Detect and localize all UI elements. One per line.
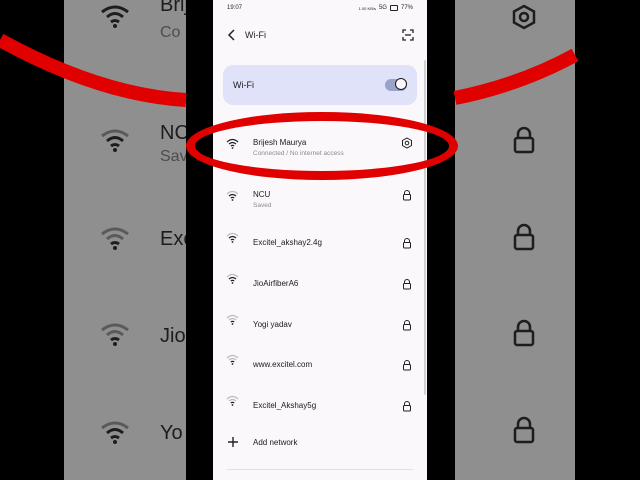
network-name: Yogi yadav (253, 320, 292, 329)
signal-label: 5G (378, 5, 387, 11)
lock-icon (403, 238, 411, 249)
network-name: Excitel_Akshay5g (253, 401, 317, 410)
network-name: www.excitel.com (253, 360, 313, 369)
annotation-ellipse (186, 112, 458, 180)
page-title: Wi-Fi (245, 30, 266, 40)
network-row[interactable]: NCU Saved (213, 180, 427, 216)
plus-icon (228, 437, 238, 447)
status-indicators: 1.00 KB/s 5G 77% (359, 5, 413, 11)
toggle-knob (395, 78, 407, 90)
network-row[interactable]: Excitel_akshay2.4g (213, 222, 427, 258)
wifi-icon (226, 273, 239, 284)
lock-icon (403, 320, 411, 331)
back-button[interactable] (225, 28, 239, 42)
lock-icon (403, 190, 411, 201)
status-time: 19:07 (227, 5, 243, 11)
battery-icon (389, 5, 398, 11)
add-network-button[interactable]: Add network (213, 430, 427, 456)
wifi-icon (226, 190, 239, 201)
network-row[interactable]: www.excitel.com (213, 344, 427, 380)
network-name: Excitel_akshay2.4g (253, 238, 322, 247)
network-speed: 1.00 KB/s (358, 5, 376, 11)
lock-icon (403, 279, 411, 290)
add-network-label: Add network (253, 438, 298, 447)
wifi-toggle-switch[interactable] (385, 78, 407, 91)
wifi-toggle-card[interactable]: Wi-Fi (223, 65, 417, 105)
wifi-icon (226, 314, 239, 325)
scan-icon[interactable] (401, 28, 415, 42)
battery-percent: 77% (400, 5, 413, 11)
network-name: NCU (253, 190, 271, 199)
scrollbar[interactable] (424, 60, 426, 395)
network-row[interactable]: JioAirfiberA6 (213, 263, 427, 299)
network-name: JioAirfiberA6 (253, 279, 299, 288)
lock-icon (403, 360, 411, 371)
header: Wi-Fi (213, 26, 427, 46)
divider (227, 469, 413, 470)
status-bar: 19:07 1.00 KB/s 5G 77% (213, 0, 427, 16)
wifi-toggle-label: Wi-Fi (233, 80, 254, 90)
network-row[interactable]: Excitel_Akshay5g (213, 385, 427, 421)
phone-screen: 19:07 1.00 KB/s 5G 77% Wi-Fi Wi-Fi Brije… (213, 0, 427, 480)
wifi-icon (226, 354, 239, 365)
network-row[interactable]: Yogi yadav (213, 304, 427, 340)
wifi-icon (226, 395, 239, 406)
lock-icon (403, 401, 411, 412)
network-status: Saved (253, 202, 272, 209)
wifi-icon (226, 232, 239, 243)
